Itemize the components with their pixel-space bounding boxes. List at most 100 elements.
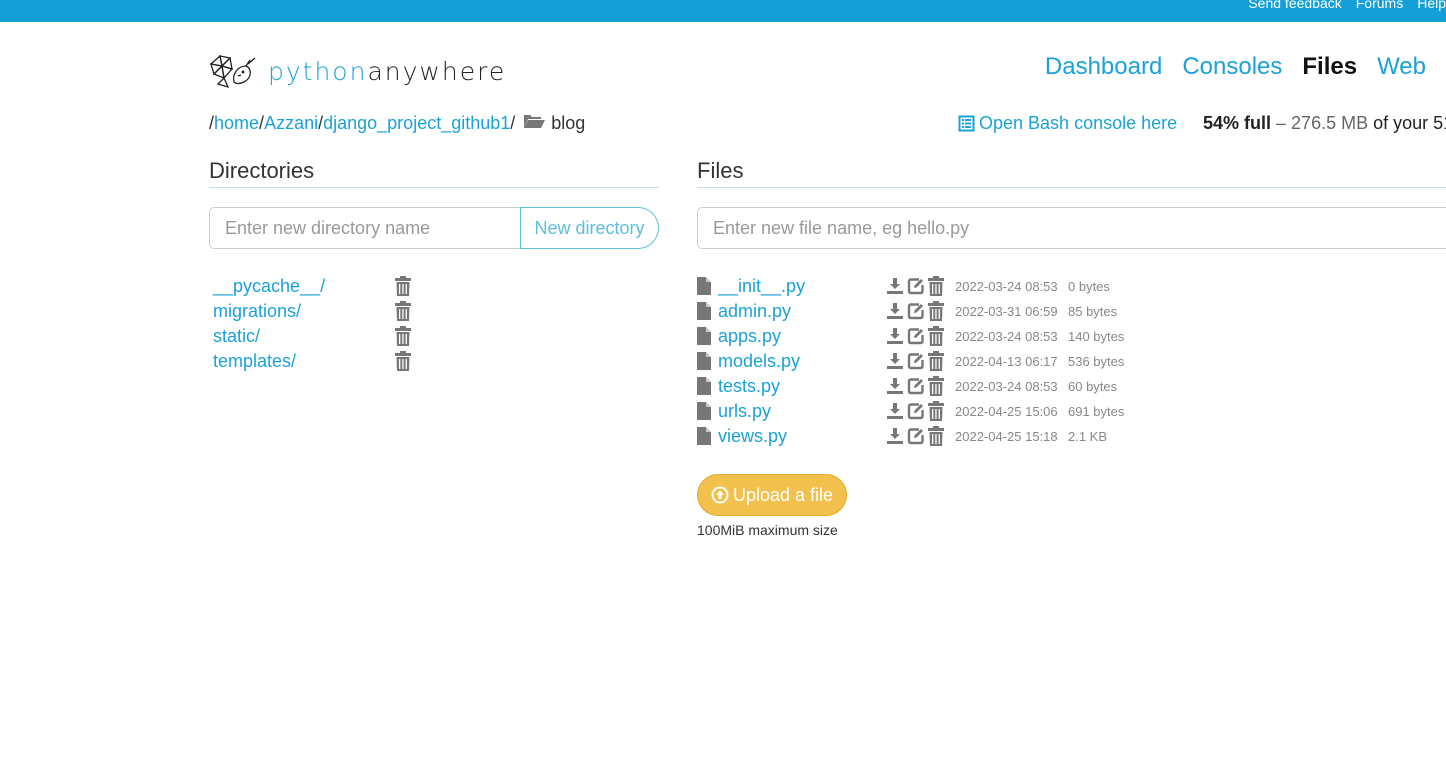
file-list: __init__.py 2022-03-24 08:53 0 bytes admin.… (697, 274, 1137, 449)
nav-files[interactable]: Files (1302, 52, 1357, 82)
quota-dash: – (1271, 113, 1292, 133)
file-item: urls.py 2022-04-25 15:06 691 bytes (697, 399, 1137, 424)
delete-file-icon[interactable] (928, 301, 944, 326)
file-icon (697, 327, 711, 350)
breadcrumb-user[interactable]: Azzani (264, 113, 318, 134)
delete-file-icon[interactable] (928, 326, 944, 351)
quota-percent: 54% full (1203, 113, 1272, 133)
nav-dashboard[interactable]: Dashboard (1045, 52, 1162, 82)
directory-link[interactable]: migrations/ (213, 301, 301, 322)
delete-directory-icon[interactable] (395, 326, 411, 351)
directory-item: migrations/ (213, 299, 413, 324)
file-icon (697, 352, 711, 375)
directory-link[interactable]: __pycache__/ (213, 276, 325, 297)
file-link[interactable]: __init__.py (718, 276, 805, 297)
delete-directory-icon[interactable] (395, 276, 411, 301)
download-icon[interactable] (886, 427, 904, 450)
top-links: Send feedback Forums Help (1234, 0, 1446, 12)
directory-link[interactable]: templates/ (213, 351, 296, 372)
file-item: views.py 2022-04-25 15:18 2.1 KB (697, 424, 1137, 449)
edit-icon[interactable] (907, 327, 925, 350)
file-actions (886, 401, 944, 426)
directories-title: Directories (209, 158, 315, 183)
folder-open-icon (523, 113, 546, 134)
file-link[interactable]: admin.py (718, 301, 791, 322)
file-link[interactable]: urls.py (718, 401, 771, 422)
upload-size-note: 100MiB maximum size (697, 522, 838, 538)
directory-link[interactable]: static/ (213, 326, 260, 347)
logo[interactable]: pythonanywhere (208, 52, 506, 90)
python-logo-icon (209, 54, 256, 89)
nav-consoles[interactable]: Consoles (1182, 52, 1282, 82)
forums-link[interactable]: Forums (1356, 0, 1403, 12)
file-modified-date: 2022-03-24 08:53 (955, 329, 1058, 344)
file-size: 0 bytes (1068, 279, 1110, 294)
breadcrumb-project[interactable]: django_project_github1 (323, 113, 510, 134)
file-modified-date: 2022-04-25 15:06 (955, 404, 1058, 419)
new-directory-input[interactable] (209, 207, 520, 249)
file-item: apps.py 2022-03-24 08:53 140 bytes (697, 324, 1137, 349)
edit-icon[interactable] (907, 402, 925, 425)
open-bash-console-label: Open Bash console here (979, 113, 1178, 133)
delete-directory-icon[interactable] (395, 351, 411, 376)
delete-file-icon[interactable] (928, 276, 944, 301)
download-icon[interactable] (886, 327, 904, 350)
files-divider (697, 187, 1446, 188)
open-bash-console-link[interactable]: Open Bash console here (958, 113, 1177, 134)
file-modified-date: 2022-04-13 06:17 (955, 354, 1058, 369)
edit-icon[interactable] (907, 352, 925, 375)
edit-icon[interactable] (907, 302, 925, 325)
nav-web[interactable]: Web (1377, 52, 1426, 82)
file-actions (886, 351, 944, 376)
delete-file-icon[interactable] (928, 376, 944, 401)
download-icon[interactable] (886, 352, 904, 375)
upload-file-button[interactable]: Upload a file (697, 474, 847, 516)
breadcrumb-current: blog (551, 113, 586, 133)
upload-file-label: Upload a file (732, 484, 834, 505)
edit-icon[interactable] (907, 277, 925, 300)
download-icon[interactable] (886, 377, 904, 400)
directory-list: __pycache__/ migrations/ static/ templat… (213, 274, 413, 374)
new-file-input[interactable] (697, 207, 1446, 249)
file-modified-date: 2022-03-31 06:59 (955, 304, 1058, 319)
file-actions (886, 376, 944, 401)
send-feedback-link[interactable]: Send feedback (1248, 0, 1341, 12)
download-icon[interactable] (886, 402, 904, 425)
delete-file-icon[interactable] (928, 426, 944, 451)
file-actions (886, 301, 944, 326)
logo-python: python (268, 56, 368, 86)
file-icon (697, 402, 711, 425)
file-size: 2.1 KB (1068, 429, 1108, 444)
edit-icon[interactable] (907, 377, 925, 400)
delete-file-icon[interactable] (928, 351, 944, 376)
delete-directory-icon[interactable] (395, 301, 411, 326)
breadcrumb-home[interactable]: home (214, 113, 259, 134)
file-link[interactable]: tests.py (718, 376, 780, 397)
file-size: 85 bytes (1068, 304, 1118, 319)
file-icon (697, 427, 711, 450)
file-modified-date: 2022-03-24 08:53 (955, 379, 1058, 394)
console-list-icon (958, 115, 975, 132)
directory-item: __pycache__/ (213, 274, 413, 299)
download-icon[interactable] (886, 277, 904, 300)
file-actions (886, 326, 944, 351)
delete-file-icon[interactable] (928, 401, 944, 426)
directories-divider (209, 187, 659, 188)
help-link[interactable]: Help (1417, 0, 1446, 12)
file-actions (886, 426, 944, 451)
quota-total: of your 512 (1373, 113, 1446, 133)
new-directory-button[interactable]: New directory (520, 207, 659, 249)
file-size: 60 bytes (1068, 379, 1118, 394)
edit-icon[interactable] (907, 427, 925, 450)
file-actions (886, 276, 944, 301)
file-item: __init__.py 2022-03-24 08:53 0 bytes (697, 274, 1137, 299)
file-link[interactable]: models.py (718, 351, 800, 372)
download-icon[interactable] (886, 302, 904, 325)
directory-item: templates/ (213, 349, 413, 374)
upload-circle-icon (711, 486, 729, 504)
files-title: Files (697, 158, 744, 183)
file-icon (697, 302, 711, 325)
directory-item: static/ (213, 324, 413, 349)
file-link[interactable]: views.py (718, 426, 787, 447)
file-link[interactable]: apps.py (718, 326, 781, 347)
